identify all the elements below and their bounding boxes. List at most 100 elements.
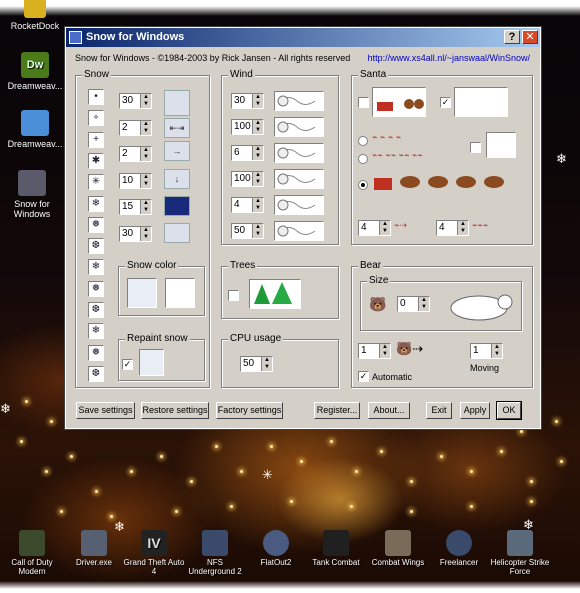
santa-group-title: Santa bbox=[358, 69, 389, 80]
repaint-snow-checkbox[interactable]: ✓ bbox=[122, 359, 133, 370]
santa-count-spinner[interactable]: 4 ▲ ▼ bbox=[436, 220, 469, 236]
snow-color-palette[interactable] bbox=[127, 278, 157, 308]
automatic-checkbox[interactable]: ✓ bbox=[358, 371, 369, 382]
desktop-icon-folder[interactable]: Dreamweav... bbox=[0, 110, 70, 149]
dock-icon-nfs[interactable]: NFS Underground 2 bbox=[183, 530, 247, 576]
snow-color-title: Snow color bbox=[125, 260, 179, 271]
title-bar[interactable]: Snow for Windows ? ✕ bbox=[66, 28, 540, 47]
large-sleigh-icon bbox=[370, 168, 510, 194]
wind-spinner-2[interactable]: 100 ▲ ▼ bbox=[231, 119, 264, 135]
medium-sleigh-icon: ⌁⌁ ⌁⌁ ⌁⌁ ⌁⌁ bbox=[372, 150, 423, 160]
cpu-usage-title: CPU usage bbox=[228, 333, 284, 344]
wind-spinner-4[interactable]: 100 ▲ ▼ bbox=[231, 171, 264, 187]
arrow-down-icon: ↓ bbox=[164, 169, 190, 189]
santa-speed-spinner[interactable]: 4 ▲ ▼ bbox=[358, 220, 391, 236]
dock-icon-tank-combat[interactable]: Tank Combat bbox=[304, 530, 368, 567]
tree-light bbox=[470, 505, 473, 508]
snowflake-style-3[interactable]: + bbox=[88, 131, 104, 148]
tree-light bbox=[355, 470, 358, 473]
ok-button[interactable]: OK bbox=[496, 401, 522, 420]
tree-light bbox=[300, 460, 303, 463]
exit-button[interactable]: Exit bbox=[426, 402, 452, 419]
wind-spinner-5[interactable]: 4 ▲ ▼ bbox=[231, 197, 264, 213]
tree-light bbox=[440, 455, 443, 458]
dock-icon-combat-wings[interactable]: Combat Wings bbox=[366, 530, 430, 567]
rocketdock-icon bbox=[24, 0, 46, 18]
desktop-icon-dreamweaver[interactable]: Dw Dreamweav... bbox=[0, 52, 70, 91]
factory-settings-button[interactable]: Factory settings bbox=[216, 402, 283, 419]
santa-radio-1[interactable] bbox=[358, 136, 368, 146]
dock-icon-flatout2[interactable]: FlatOut2 bbox=[244, 530, 308, 567]
snowflake-style-2[interactable]: ∘ bbox=[88, 110, 104, 127]
snow-spinner-6[interactable]: 30 ▲ ▼ bbox=[119, 225, 152, 242]
close-button[interactable]: ✕ bbox=[522, 30, 538, 44]
apply-button[interactable]: Apply bbox=[460, 402, 490, 419]
tree-light bbox=[530, 500, 533, 503]
dock-icon-call-of-duty[interactable]: Call of Duty Modern bbox=[0, 530, 64, 576]
snowflake-icon: ❄ bbox=[0, 401, 11, 416]
snow-spinner-3[interactable]: 2 ▲ ▼ bbox=[119, 146, 152, 162]
snowflake-style-10[interactable]: ❅ bbox=[88, 280, 104, 297]
dock-icon-driver[interactable]: Driver.exe bbox=[62, 530, 126, 567]
snowflake-style-4[interactable]: ✱ bbox=[88, 152, 104, 169]
reindeer-icon bbox=[486, 132, 516, 158]
wind-preview-icon bbox=[274, 169, 324, 189]
santa-radio-2[interactable] bbox=[358, 154, 368, 164]
moving-label: Moving bbox=[470, 363, 500, 373]
snowflake-style-8[interactable]: ❆ bbox=[88, 238, 104, 255]
wind-spinner-1[interactable]: 30 ▲ ▼ bbox=[231, 93, 264, 109]
tree-light bbox=[555, 420, 558, 423]
snowflake-icon: ❄ bbox=[556, 151, 567, 166]
wind-spinner-6[interactable]: 50 ▲ ▼ bbox=[231, 223, 264, 239]
snow-spinner-1[interactable]: 30 ▲ ▼ bbox=[119, 93, 152, 109]
snowflake-style-7[interactable]: ❅ bbox=[88, 216, 104, 233]
reindeer-checkbox[interactable] bbox=[470, 142, 481, 153]
arrow-left-right-icon: ⇤⇥ bbox=[164, 118, 190, 138]
register-button[interactable]: Register... bbox=[314, 402, 360, 419]
snow-color-swatch[interactable] bbox=[165, 278, 195, 308]
cpu-usage-spinner[interactable]: 50 ▲ ▼ bbox=[240, 356, 273, 372]
snow-spinner-5[interactable]: 15 ▲ ▼ bbox=[119, 199, 152, 215]
bear-size-group: Size 🐻 0 ▲ ▼ bbox=[360, 275, 522, 331]
save-settings-button[interactable]: Save settings bbox=[76, 402, 135, 419]
tree-light bbox=[160, 455, 163, 458]
snowflake-style-13[interactable]: ❅ bbox=[88, 344, 104, 361]
paint-bucket-icon bbox=[139, 349, 164, 376]
call-of-duty-icon bbox=[19, 530, 45, 556]
flatout2-icon bbox=[263, 530, 289, 556]
combat-wings-icon bbox=[385, 530, 411, 556]
bear-moving-spinner[interactable]: 1 ▲ ▼ bbox=[470, 343, 503, 359]
desktop-icon-rocketdock[interactable]: RocketDock bbox=[0, 0, 70, 31]
trees-checkbox[interactable] bbox=[228, 290, 239, 301]
help-button[interactable]: ? bbox=[504, 30, 520, 44]
snow-spinner-2[interactable]: 2 ▲ ▼ bbox=[119, 119, 152, 136]
bear-size-spinner[interactable]: 0 ▲ ▼ bbox=[397, 296, 430, 312]
santa-radio-3[interactable] bbox=[358, 180, 368, 190]
dock-icon-freelancer[interactable]: Freelancer bbox=[427, 530, 491, 567]
santa-checkbox-2[interactable]: ✓ bbox=[440, 97, 451, 108]
snowflake-style-5[interactable]: ✳ bbox=[88, 174, 104, 191]
homepage-link[interactable]: http://www.xs4all.nl/~janswaal/WinSnow/ bbox=[368, 53, 530, 63]
snowflake-style-9[interactable]: ❄ bbox=[88, 259, 104, 276]
small-sleigh-icon: ⌁ ⌁ ⌁ ⌁ bbox=[372, 132, 402, 142]
snow-spinner-4[interactable]: 10 ▲ ▼ bbox=[119, 172, 152, 189]
snowflake-style-6[interactable]: ❄ bbox=[88, 195, 104, 212]
snowflake-style-12[interactable]: ❄ bbox=[88, 323, 104, 340]
santa-checkbox-1[interactable] bbox=[358, 97, 369, 108]
snowflake-style-11[interactable]: ❆ bbox=[88, 302, 104, 318]
dock-icon-gta4[interactable]: IV Grand Theft Auto 4 bbox=[122, 530, 186, 576]
snowflake-style-14[interactable]: ❆ bbox=[88, 365, 104, 382]
wind-spinner-3[interactable]: 6 ▲ ▼ bbox=[231, 145, 264, 161]
large-bear-icon bbox=[443, 288, 515, 326]
about-button[interactable]: About... bbox=[368, 402, 410, 419]
helicopter-icon bbox=[507, 530, 533, 556]
tree-light bbox=[290, 500, 293, 503]
snow-preview-1 bbox=[164, 90, 190, 116]
bear-group-title: Bear bbox=[358, 260, 384, 271]
desktop-icon-snow-for-windows[interactable]: Snow for Windows bbox=[0, 170, 67, 219]
tree-light bbox=[70, 455, 73, 458]
dock-icon-helicopter[interactable]: Helicopter Strike Force bbox=[488, 530, 552, 576]
snowflake-style-1[interactable]: • bbox=[88, 89, 104, 105]
restore-settings-button[interactable]: Restore settings bbox=[141, 402, 209, 419]
bear-speed-spinner[interactable]: 1 ▲ ▼ bbox=[358, 343, 391, 359]
